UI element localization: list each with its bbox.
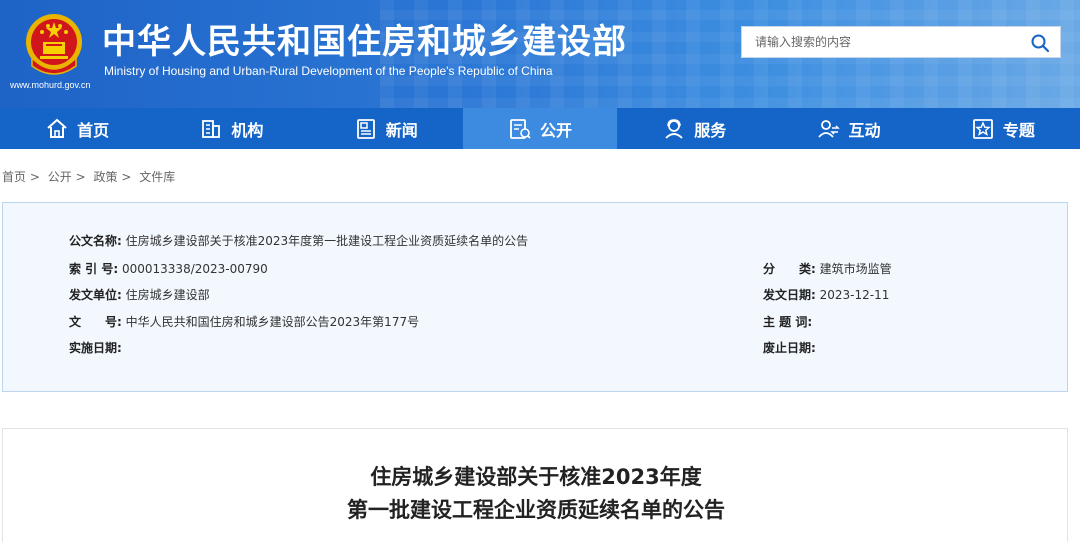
- service-icon: [665, 118, 683, 139]
- article-title-line-1: 住房城乡建设部关于核准2023年度: [370, 465, 702, 489]
- info-keywords-label: 主 题 词:: [763, 315, 813, 329]
- nav-item-home[interactable]: 首页: [0, 108, 154, 149]
- main-navigation: 首页 机构 新闻 公开 服务 互动 专题: [0, 108, 1080, 149]
- nav-label-interaction: 互动: [848, 120, 881, 140]
- info-index: 索 引 号: 000013338/2023-00790: [69, 260, 268, 277]
- info-issue-date-label: 发文日期:: [763, 288, 816, 302]
- info-doc-name-value: 住房城乡建设部关于核准2023年度第一批建设工程企业资质延续名单的公告: [125, 234, 529, 248]
- article-title: 住房城乡建设部关于核准2023年度 第一批建设工程企业资质延续名单的公告: [3, 461, 1069, 527]
- info-issue-date-value: 2023-12-11: [819, 288, 890, 302]
- info-index-label: 索 引 号:: [69, 262, 119, 276]
- nav-label-news: 新闻: [385, 120, 418, 140]
- info-index-value: 000013338/2023-00790: [121, 262, 268, 276]
- info-issuer-label: 发文单位:: [69, 288, 122, 302]
- breadcrumb-separator: >: [29, 170, 40, 184]
- info-category: 分 类: 建筑市场监管: [763, 260, 892, 277]
- national-emblem-icon[interactable]: [22, 10, 86, 80]
- info-doc-name: 公文名称: 住房城乡建设部关于核准2023年度第一批建设工程企业资质延续名单的公…: [69, 232, 528, 249]
- info-expiry-date: 废止日期:: [763, 339, 816, 356]
- nav-label-topic: 专题: [1002, 120, 1035, 140]
- site-url: www.mohurd.gov.cn: [10, 80, 91, 90]
- info-issue-date: 发文日期: 2023-12-11: [763, 286, 889, 303]
- info-issuer: 发文单位: 住房城乡建设部: [69, 286, 210, 303]
- nav-item-service[interactable]: 服务: [617, 108, 771, 149]
- breadcrumb: 首页 > 公开 > 政策 > 文件库: [2, 168, 175, 185]
- disclosure-icon: [510, 118, 531, 139]
- home-icon: [47, 118, 67, 138]
- breadcrumb-separator: >: [75, 170, 86, 184]
- info-doc-number-label: 文 号:: [69, 315, 122, 329]
- nav-item-news[interactable]: 新闻: [309, 108, 463, 149]
- building-icon: [202, 119, 221, 138]
- info-keywords: 主 题 词:: [763, 313, 812, 330]
- nav-label-disclosure: 公开: [539, 120, 572, 140]
- search-box: [741, 26, 1061, 58]
- info-category-value: 建筑市场监管: [819, 262, 892, 276]
- site-title-chinese: 中华人民共和国住房和城乡建设部: [102, 22, 627, 62]
- document-info-panel: 公文名称: 住房城乡建设部关于核准2023年度第一批建设工程企业资质延续名单的公…: [2, 202, 1068, 392]
- nav-item-disclosure[interactable]: 公开: [462, 108, 618, 149]
- info-issuer-value: 住房城乡建设部: [125, 288, 210, 302]
- nav-item-organization[interactable]: 机构: [154, 108, 308, 149]
- info-effective-date-label: 实施日期:: [69, 341, 122, 355]
- breadcrumb-home[interactable]: 首页: [2, 170, 26, 184]
- interaction-icon: [817, 119, 840, 138]
- info-effective-date: 实施日期:: [69, 339, 122, 356]
- topic-icon: [972, 118, 993, 139]
- site-title-english: Ministry of Housing and Urban-Rural Deve…: [104, 64, 553, 78]
- article-container: 住房城乡建设部关于核准2023年度 第一批建设工程企业资质延续名单的公告: [2, 428, 1068, 542]
- article-title-line-2: 第一批建设工程企业资质延续名单的公告: [347, 498, 725, 522]
- nav-item-interaction[interactable]: 互动: [771, 108, 925, 149]
- nav-label-service: 服务: [694, 120, 727, 140]
- info-doc-number-value: 中华人民共和国住房和城乡建设部公告2023年第177号: [125, 315, 420, 329]
- news-icon: [356, 118, 375, 139]
- site-header: www.mohurd.gov.cn 中华人民共和国住房和城乡建设部 Minist…: [0, 0, 1080, 108]
- breadcrumb-policy[interactable]: 政策: [93, 170, 117, 184]
- nav-item-topic[interactable]: 专题: [926, 108, 1080, 149]
- breadcrumb-disclosure[interactable]: 公开: [48, 170, 72, 184]
- breadcrumb-separator: >: [121, 170, 132, 184]
- info-doc-name-label: 公文名称:: [69, 234, 122, 248]
- nav-label-home: 首页: [77, 120, 110, 140]
- info-category-label: 分 类:: [763, 262, 816, 276]
- info-expiry-date-label: 废止日期:: [763, 341, 816, 355]
- search-input[interactable]: [742, 27, 1018, 57]
- nav-label-organization: 机构: [231, 120, 264, 140]
- breadcrumb-document-library[interactable]: 文件库: [139, 170, 175, 184]
- info-doc-number: 文 号: 中华人民共和国住房和城乡建设部公告2023年第177号: [69, 313, 419, 330]
- search-icon[interactable]: [1030, 33, 1050, 53]
